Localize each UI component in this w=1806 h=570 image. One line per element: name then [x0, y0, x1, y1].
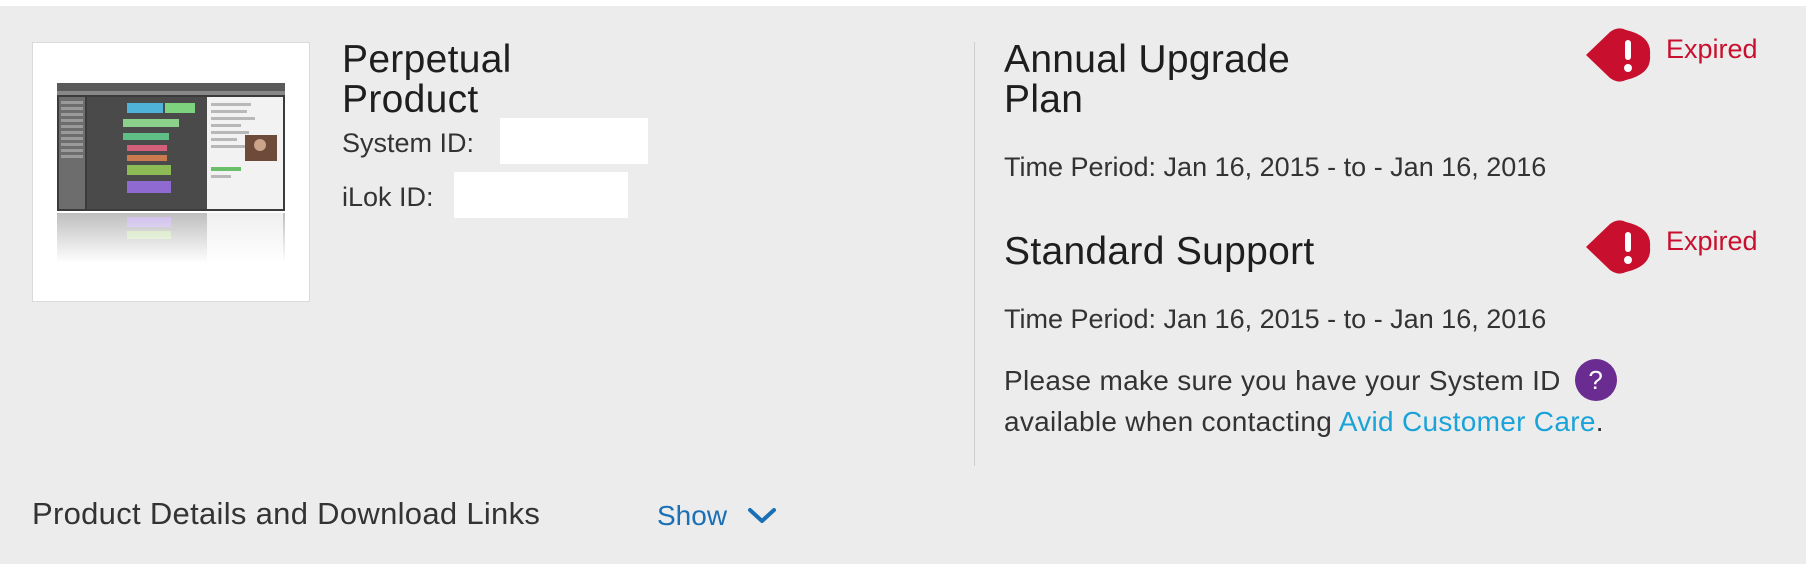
note-text-2: available when contacting [1004, 406, 1333, 437]
product-card: Perpetual Product System ID: iLok ID: An… [0, 6, 1806, 564]
show-details-toggle[interactable]: Show [657, 500, 777, 532]
product-details-heading: Product Details and Download Links [32, 496, 541, 531]
note-text-3: . [1595, 406, 1604, 437]
plan-status-standard-support: Expired [1584, 220, 1758, 274]
plan-period-annual-upgrade: Time Period: Jan 16, 2015 - to - Jan 16,… [1004, 152, 1547, 182]
daw-screenshot-thumbnail [57, 83, 285, 263]
plan-title-standard-support: Standard Support [1004, 230, 1315, 273]
plan-period-standard-support: Time Period: Jan 16, 2015 - to - Jan 16,… [1004, 304, 1547, 334]
plan-status-annual-upgrade: Expired [1584, 28, 1758, 82]
show-label[interactable]: Show [657, 500, 727, 532]
expired-label: Expired [1666, 225, 1758, 256]
ilok-id-label: iLok ID: [342, 182, 434, 212]
support-note: Please make sure you have your System ID… [1004, 358, 1764, 442]
ilok-id-value [454, 172, 628, 218]
chevron-down-icon[interactable] [747, 507, 777, 525]
system-id-label: System ID: [342, 128, 475, 158]
expired-label: Expired [1666, 33, 1758, 64]
help-icon[interactable]: ? [1574, 358, 1617, 401]
system-id-value [500, 118, 648, 164]
plan-title-annual-upgrade: Annual Upgrade Plan [1004, 38, 1291, 121]
column-divider [974, 42, 975, 466]
customer-care-link[interactable]: Avid Customer Care [1339, 406, 1596, 437]
product-thumbnail-frame [32, 42, 310, 302]
alert-icon [1586, 28, 1651, 82]
alert-icon [1586, 220, 1651, 274]
product-title: Perpetual Product [342, 38, 512, 121]
note-text-1: Please make sure you have your System ID [1004, 365, 1561, 396]
